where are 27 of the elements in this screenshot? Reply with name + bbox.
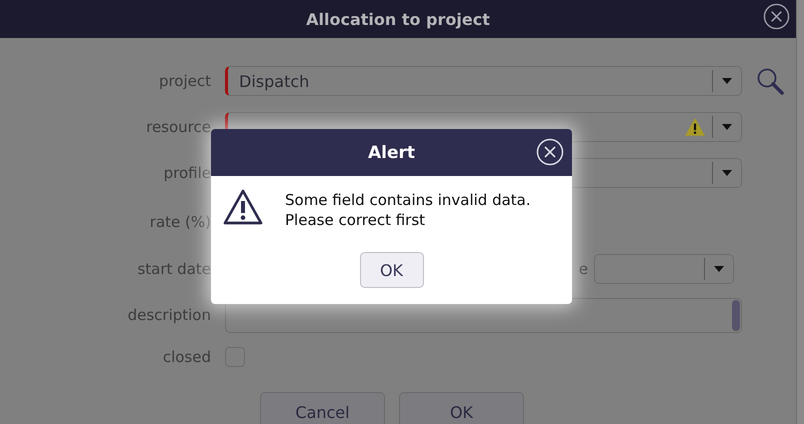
warning-icon — [684, 117, 706, 137]
close-icon — [763, 3, 790, 30]
field-label: e — [578, 260, 588, 278]
dialog-title: Allocation to project — [306, 10, 490, 28]
field-label: resource — [146, 118, 211, 136]
scrollbar-thumb[interactable] — [732, 300, 740, 330]
caret-icon — [722, 78, 732, 84]
field-label: start date — [137, 260, 211, 278]
field-label: description — [128, 306, 211, 324]
caret-icon — [722, 170, 732, 176]
close-icon — [536, 138, 564, 166]
ok-button[interactable]: OK — [360, 252, 424, 288]
dialog-button[interactable]: Cancel — [260, 392, 385, 424]
caret-icon — [714, 266, 724, 272]
field-label: profile — [164, 164, 211, 182]
field-label: rate (%) — [150, 213, 211, 231]
field-label: project — [158, 72, 211, 90]
alert-title: Alert — [368, 142, 416, 162]
select-field[interactable] — [594, 254, 734, 284]
caret-icon — [722, 124, 732, 130]
search-icon[interactable] — [756, 67, 784, 95]
dialog-button[interactable]: OK — [399, 392, 524, 424]
close-button[interactable] — [763, 3, 790, 30]
alert-message: Some field contains invalid data. Please correct first — [285, 190, 531, 230]
select-field[interactable]: Dispatch — [225, 66, 742, 96]
warning-icon — [223, 189, 263, 225]
field-label: closed — [162, 348, 211, 366]
